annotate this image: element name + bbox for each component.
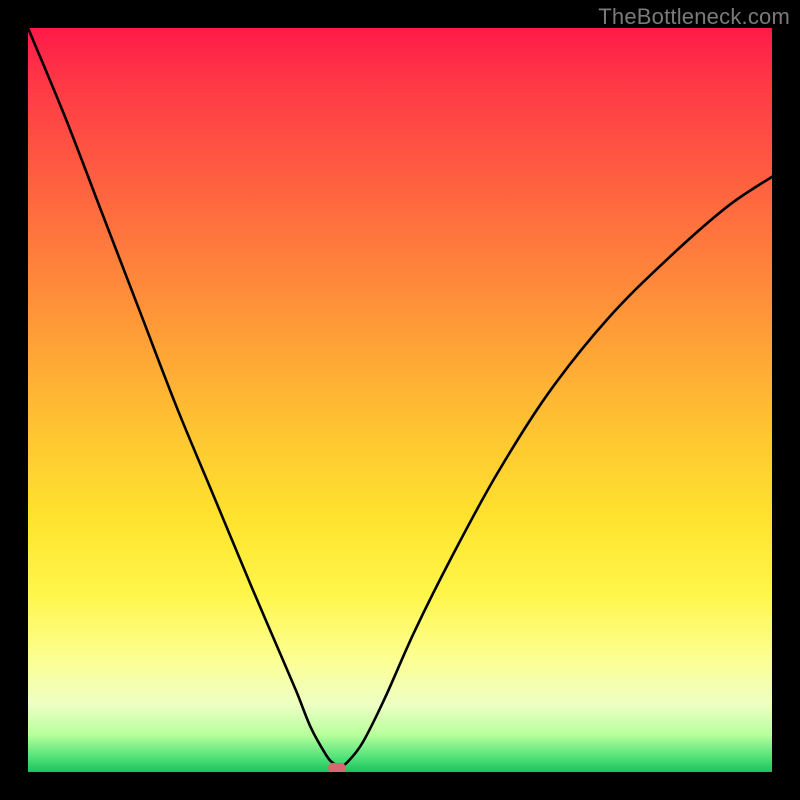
chart-frame: TheBottleneck.com	[0, 0, 800, 800]
optimal-marker	[328, 763, 346, 772]
bottleneck-curve	[28, 28, 772, 772]
watermark-text: TheBottleneck.com	[598, 4, 790, 30]
plot-area	[28, 28, 772, 772]
